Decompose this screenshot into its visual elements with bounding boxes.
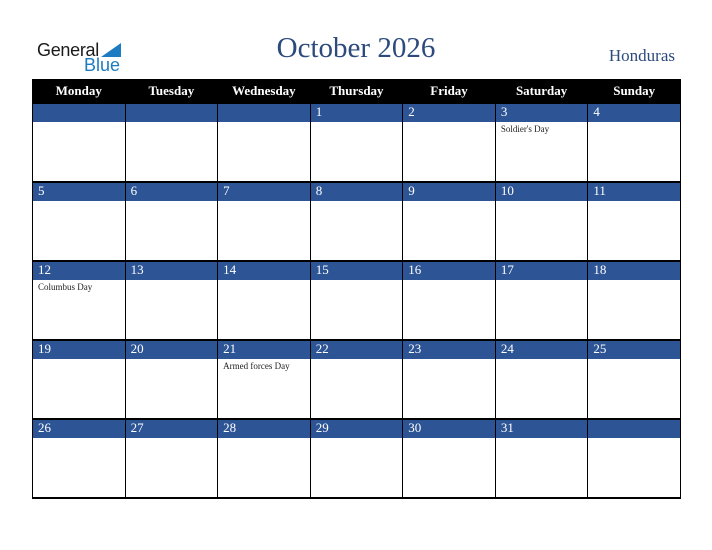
date-number-row: 12 13 14 15 16 17 18	[32, 260, 681, 280]
date-number: 4	[587, 102, 681, 122]
weekday-header: Thursday	[309, 79, 404, 104]
day-event	[32, 438, 126, 499]
country-label: Honduras	[608, 46, 675, 65]
weekday-header: Monday	[32, 79, 126, 104]
date-number	[124, 102, 219, 122]
day-event	[587, 280, 681, 340]
day-event	[217, 201, 311, 261]
day-event	[309, 359, 404, 419]
day-event	[124, 280, 219, 340]
day-event: Armed forces Day	[217, 359, 311, 419]
day-event	[217, 438, 311, 499]
date-number: 10	[494, 181, 589, 201]
day-event	[217, 280, 311, 340]
weekday-header: Friday	[402, 79, 496, 104]
date-number: 3	[494, 102, 589, 122]
date-number-row: 1234	[32, 102, 681, 122]
weekday-header: Tuesday	[124, 79, 219, 104]
day-event	[494, 438, 589, 499]
date-number: 8	[309, 181, 404, 201]
date-number: 26	[32, 418, 126, 438]
day-event	[32, 359, 126, 419]
day-body-row	[32, 201, 681, 261]
date-number: 12	[32, 260, 126, 280]
date-number: 25	[587, 339, 681, 359]
date-number: 23	[402, 339, 496, 359]
date-number: 29	[309, 418, 404, 438]
day-event	[124, 122, 219, 182]
date-number: 7	[217, 181, 311, 201]
calendar-grid: Monday Tuesday Wednesday Thursday Friday…	[32, 79, 681, 499]
date-number: 30	[402, 418, 496, 438]
day-event	[124, 438, 219, 499]
date-number: 20	[124, 339, 219, 359]
day-event	[587, 122, 681, 182]
day-event	[402, 359, 496, 419]
date-number: 6	[124, 181, 219, 201]
date-number: 5	[32, 181, 126, 201]
weekday-header-row: Monday Tuesday Wednesday Thursday Friday…	[32, 79, 681, 104]
date-number-row: 26 27 28 29 30 31	[32, 418, 681, 438]
day-body-row: Soldier's Day	[32, 122, 681, 182]
date-number: 11	[587, 181, 681, 201]
day-event	[494, 280, 589, 340]
day-event: Soldier's Day	[494, 122, 589, 182]
page-title: October 2026	[276, 32, 436, 64]
day-event	[32, 201, 126, 261]
day-event	[587, 359, 681, 419]
day-body-row: Armed forces Day	[32, 359, 681, 419]
date-number: 27	[124, 418, 219, 438]
date-number: 19	[32, 339, 126, 359]
date-number: 28	[217, 418, 311, 438]
day-event	[309, 438, 404, 499]
date-number-row: 19 20 21 22 23 24 25	[32, 339, 681, 359]
day-event	[402, 438, 496, 499]
day-event	[309, 280, 404, 340]
date-number: 22	[309, 339, 404, 359]
date-number: 18	[587, 260, 681, 280]
day-event: Columbus Day	[32, 280, 126, 340]
date-number-row: 5 6 7 8 9 10 11	[32, 181, 681, 201]
weekday-header: Wednesday	[217, 79, 311, 104]
day-event	[124, 201, 219, 261]
date-number: 2	[402, 102, 496, 122]
day-event	[309, 201, 404, 261]
date-number: 16	[402, 260, 496, 280]
day-body-row: Columbus Day	[32, 280, 681, 340]
date-number: 24	[494, 339, 589, 359]
date-number: 15	[309, 260, 404, 280]
date-number: 17	[494, 260, 589, 280]
date-number: 31	[494, 418, 589, 438]
date-number: 21	[217, 339, 311, 359]
day-event	[402, 201, 496, 261]
date-number	[217, 102, 311, 122]
day-event	[587, 201, 681, 261]
date-number: 13	[124, 260, 219, 280]
day-event	[402, 280, 496, 340]
day-event	[32, 122, 126, 182]
day-event	[402, 122, 496, 182]
day-event	[309, 122, 404, 182]
date-number: 9	[402, 181, 496, 201]
day-body-row	[32, 438, 681, 499]
date-number: 14	[217, 260, 311, 280]
day-event	[217, 122, 311, 182]
day-event	[494, 359, 589, 419]
day-event	[494, 201, 589, 261]
date-number: 1	[309, 102, 404, 122]
weekday-header: Saturday	[494, 79, 589, 104]
day-event	[124, 359, 219, 419]
day-event	[587, 438, 681, 499]
date-number	[32, 102, 126, 122]
weekday-header: Sunday	[587, 79, 681, 104]
date-number	[587, 418, 681, 438]
